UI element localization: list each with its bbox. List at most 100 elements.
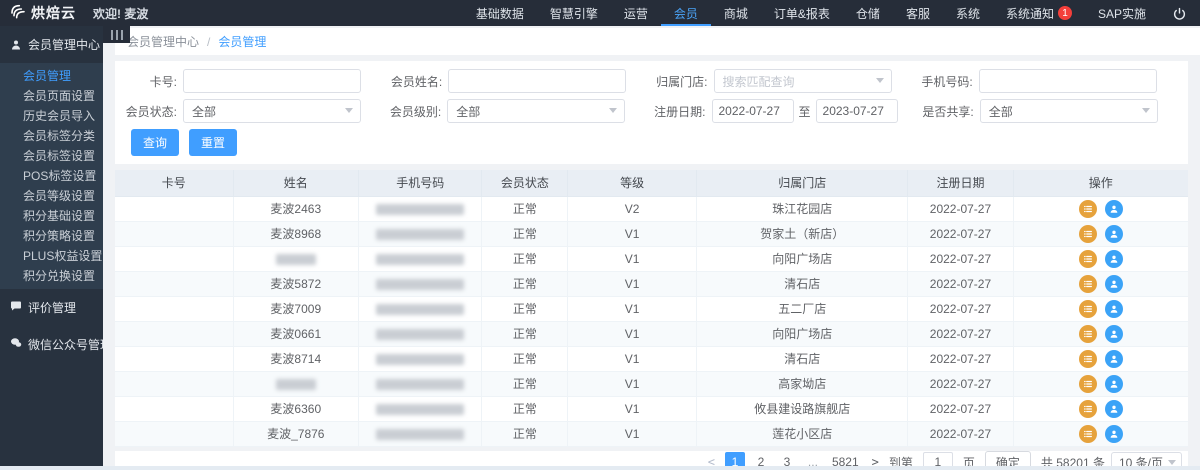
sidebar-item[interactable]: 会员页面设置 bbox=[0, 86, 103, 106]
sidebar-item[interactable]: POS标签设置 bbox=[0, 166, 103, 186]
store-select[interactable]: 搜索匹配查询 bbox=[714, 69, 892, 93]
user-icon bbox=[10, 39, 22, 51]
nav-item[interactable]: 系统 bbox=[943, 0, 993, 26]
card-no-input[interactable] bbox=[183, 69, 361, 93]
welcome-text: 欢迎! 麦波 bbox=[93, 5, 148, 22]
cell-date: 2022-07-27 bbox=[908, 221, 1013, 246]
detail-action-button[interactable] bbox=[1079, 300, 1097, 318]
main-content: 会员管理中心 / 会员管理 卡号: 会员姓名: 归属门店: 搜索匹配查询 手机 bbox=[103, 26, 1200, 466]
member-name-input[interactable] bbox=[448, 69, 626, 93]
sidebar-item[interactable]: 会员等级设置 bbox=[0, 186, 103, 206]
detail-action-button[interactable] bbox=[1079, 325, 1097, 343]
cell-actions bbox=[1013, 346, 1188, 371]
cell-actions bbox=[1013, 271, 1188, 296]
nav-item[interactable]: 客服 bbox=[893, 0, 943, 26]
cell-card-no bbox=[115, 246, 233, 271]
table-column-header: 手机号码 bbox=[359, 170, 482, 196]
detail-action-button[interactable] bbox=[1079, 275, 1097, 293]
cell-phone bbox=[359, 321, 482, 346]
cell-date: 2022-07-27 bbox=[908, 421, 1013, 446]
sidebar-collapse-toggle[interactable] bbox=[103, 26, 130, 43]
cell-card-no bbox=[115, 396, 233, 421]
member-table: 卡号姓名手机号码会员状态等级归属门店注册日期操作 麦波2463正常V2珠江花园店… bbox=[115, 170, 1188, 447]
nav-item[interactable]: 运营 bbox=[611, 0, 661, 26]
cell-actions bbox=[1013, 396, 1188, 421]
sidebar-section-label: 会员管理中心 bbox=[28, 36, 100, 53]
member-action-button[interactable] bbox=[1105, 250, 1123, 268]
member-action-button[interactable] bbox=[1105, 400, 1123, 418]
cell-date: 2022-07-27 bbox=[908, 346, 1013, 371]
cell-store: 攸县建设路旗舰店 bbox=[697, 396, 908, 421]
member-action-button[interactable] bbox=[1105, 375, 1123, 393]
member-action-button[interactable] bbox=[1105, 325, 1123, 343]
member-action-button[interactable] bbox=[1105, 300, 1123, 318]
search-button[interactable]: 查询 bbox=[131, 129, 179, 156]
cell-date: 2022-07-27 bbox=[908, 196, 1013, 221]
table-row: 麦波5872正常V1清石店2022-07-27 bbox=[115, 271, 1188, 296]
nav-item[interactable]: 基础数据 bbox=[463, 0, 537, 26]
level-select[interactable]: 全部 bbox=[447, 99, 625, 123]
member-action-button[interactable] bbox=[1105, 350, 1123, 368]
phone-input[interactable] bbox=[979, 69, 1157, 93]
sidebar-item[interactable]: 积分策略设置 bbox=[0, 226, 103, 246]
redacted-name bbox=[276, 254, 316, 265]
date-to-input[interactable] bbox=[816, 99, 898, 123]
sidebar-item[interactable]: PLUS权益设置 bbox=[0, 246, 103, 266]
nav-item[interactable]: 商城 bbox=[711, 0, 761, 26]
date-from-input[interactable] bbox=[712, 99, 794, 123]
cell-name: 麦波7009 bbox=[233, 296, 359, 321]
nav-item-label: 订单&报表 bbox=[774, 5, 830, 22]
cell-actions bbox=[1013, 296, 1188, 321]
cell-level: V1 bbox=[568, 296, 697, 321]
store-label: 归属门店: bbox=[652, 73, 714, 90]
sidebar-item[interactable]: 会员标签设置 bbox=[0, 146, 103, 166]
cell-status: 正常 bbox=[482, 221, 568, 246]
filter-panel: 卡号: 会员姓名: 归属门店: 搜索匹配查询 手机号码: 会员状态: bbox=[115, 61, 1188, 164]
detail-action-button[interactable] bbox=[1079, 200, 1097, 218]
nav-item[interactable]: SAP实施 bbox=[1085, 0, 1159, 26]
nav-item[interactable]: 会员 bbox=[661, 0, 711, 26]
cell-actions bbox=[1013, 221, 1188, 246]
cell-level: V1 bbox=[568, 421, 697, 446]
nav-item[interactable]: 智慧引擎 bbox=[537, 0, 611, 26]
sidebar-section[interactable]: 微信公众号管理 bbox=[0, 326, 103, 363]
reset-button[interactable]: 重置 bbox=[189, 129, 237, 156]
nav-item[interactable]: 仓储 bbox=[843, 0, 893, 26]
breadcrumb-current[interactable]: 会员管理 bbox=[218, 33, 266, 50]
table-body: 麦波2463正常V2珠江花园店2022-07-27麦波8968正常V1贺家土（新… bbox=[115, 196, 1188, 446]
member-action-button[interactable] bbox=[1105, 225, 1123, 243]
cell-phone bbox=[359, 371, 482, 396]
cell-store: 向阳广场店 bbox=[697, 321, 908, 346]
nav-item-label: 商城 bbox=[724, 5, 748, 22]
comment-icon bbox=[10, 300, 22, 315]
sidebar-item[interactable]: 会员标签分类 bbox=[0, 126, 103, 146]
logout-power-icon[interactable] bbox=[1173, 7, 1186, 20]
detail-action-button[interactable] bbox=[1079, 375, 1097, 393]
member-action-button[interactable] bbox=[1105, 425, 1123, 443]
nav-item[interactable]: 订单&报表 bbox=[761, 0, 843, 26]
sidebar-item[interactable]: 积分基础设置 bbox=[0, 206, 103, 226]
member-action-button[interactable] bbox=[1105, 275, 1123, 293]
share-select[interactable]: 全部 bbox=[980, 99, 1158, 123]
detail-action-button[interactable] bbox=[1079, 350, 1097, 368]
cell-phone bbox=[359, 246, 482, 271]
detail-action-button[interactable] bbox=[1079, 250, 1097, 268]
detail-action-button[interactable] bbox=[1079, 400, 1097, 418]
cell-name: 麦波2463 bbox=[233, 196, 359, 221]
cell-store: 五二厂店 bbox=[697, 296, 908, 321]
sidebar-item[interactable]: 历史会员导入 bbox=[0, 106, 103, 126]
cell-card-no bbox=[115, 196, 233, 221]
status-select[interactable]: 全部 bbox=[183, 99, 361, 123]
member-action-button[interactable] bbox=[1105, 200, 1123, 218]
detail-action-button[interactable] bbox=[1079, 225, 1097, 243]
sidebar-section[interactable]: 评价管理 bbox=[0, 289, 103, 326]
table-row: 麦波6360正常V1攸县建设路旗舰店2022-07-27 bbox=[115, 396, 1188, 421]
sidebar-item[interactable]: 会员管理 bbox=[0, 66, 103, 86]
share-select-value: 全部 bbox=[989, 103, 1013, 120]
sidebar-section-member-center[interactable]: 会员管理中心 bbox=[0, 26, 103, 63]
register-date-label: 注册日期: bbox=[650, 103, 712, 120]
nav-item[interactable]: 系统通知1 bbox=[993, 0, 1085, 26]
detail-action-button[interactable] bbox=[1079, 425, 1097, 443]
chevron-down-icon bbox=[876, 78, 884, 83]
sidebar-item[interactable]: 积分兑换设置 bbox=[0, 266, 103, 286]
